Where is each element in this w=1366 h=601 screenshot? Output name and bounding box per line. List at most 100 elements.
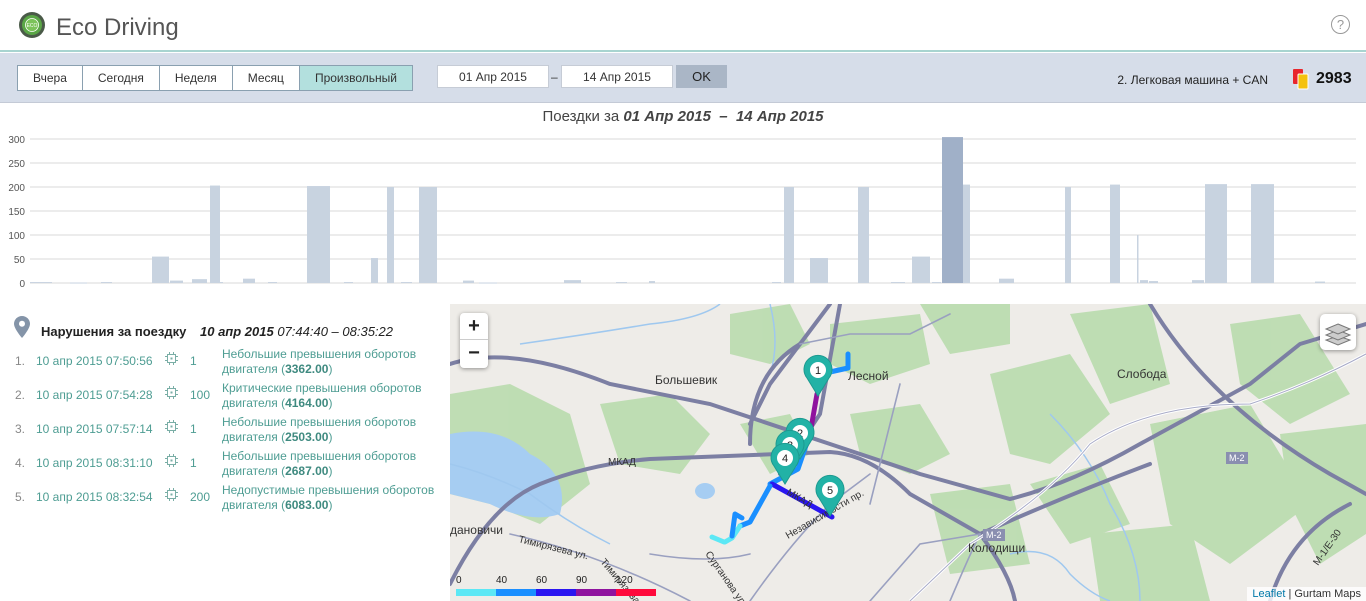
trip-bar[interactable] [1192, 280, 1204, 283]
trip-bar[interactable] [932, 282, 941, 284]
eco-score: 2983 [1316, 70, 1352, 87]
speed-legend-label: 90 [576, 575, 588, 586]
trip-bar[interactable] [210, 185, 220, 283]
trip-bar[interactable] [344, 282, 353, 284]
trip-bar[interactable] [999, 278, 1014, 283]
trip-bar[interactable] [419, 187, 437, 283]
speed-legend-label: 120 [616, 575, 633, 586]
svg-text:4: 4 [782, 453, 788, 465]
trip-bar[interactable] [810, 258, 828, 283]
trip-bar[interactable] [772, 282, 781, 284]
trip-bar[interactable] [891, 282, 905, 284]
y-tick-label: 300 [8, 135, 25, 146]
leaflet-link[interactable]: Leaflet [1252, 588, 1285, 600]
unit-name[interactable]: 2. Легковая машина + CAN [1117, 73, 1268, 87]
trip-bar[interactable] [1140, 280, 1148, 283]
period-week-button[interactable]: Неделя [159, 66, 233, 90]
trip-bar[interactable] [101, 282, 112, 284]
trip-bar[interactable] [70, 282, 87, 284]
ok-button[interactable]: OK [676, 65, 727, 88]
violation-marker[interactable]: 4 [770, 442, 800, 485]
violation-description[interactable]: Критические превышения оборотов двигател… [222, 381, 447, 411]
trip-bar[interactable] [387, 187, 394, 283]
violation-description[interactable]: Недопустимые превышения оборотов двигате… [222, 483, 447, 513]
trip-time-range: 07:44:40 – 08:35:22 [273, 324, 393, 339]
violation-row[interactable]: 1. 10 апр 2015 07:50:56 1 Небольшие прев… [0, 346, 450, 380]
speed-legend-label: 0 [456, 575, 462, 586]
map[interactable]: Большевик Лесной Слобода Колодищи данови… [450, 304, 1366, 601]
trip-bar[interactable] [220, 282, 223, 284]
trip-bar[interactable] [401, 282, 412, 284]
violation-penalty: 200 [190, 490, 211, 504]
violations-panel: Нарушения за поездку 10 апр 2015 07:44:4… [0, 304, 450, 601]
period-custom-button[interactable]: Произвольный [299, 66, 412, 90]
trip-bar[interactable] [268, 282, 277, 284]
trip-bar[interactable] [1315, 281, 1325, 283]
trip-bar[interactable] [649, 281, 655, 283]
trip-bar[interactable] [784, 187, 794, 283]
row-number: 5. [15, 490, 26, 504]
violation-time-link[interactable]: 10 апр 2015 07:57:14 [36, 422, 153, 436]
violation-row[interactable]: 5. 10 апр 2015 08:32:54 200 Недопустимые… [0, 482, 450, 516]
svg-text:ECO: ECO [27, 23, 38, 29]
violation-marker[interactable]: 1 [803, 354, 833, 397]
trip-bar[interactable] [1251, 184, 1274, 283]
trip-bar[interactable] [1149, 281, 1158, 283]
trip-bar[interactable] [1065, 187, 1071, 283]
chip-icon [165, 352, 178, 365]
penalty-cards-icon [1293, 69, 1309, 90]
row-number: 3. [15, 422, 26, 436]
period-month-button[interactable]: Месяц [232, 66, 300, 90]
trip-bar[interactable] [1205, 184, 1227, 283]
period-yesterday-button[interactable]: Вчера [18, 66, 83, 90]
place-label: Лесной [848, 369, 889, 383]
period-today-button[interactable]: Сегодня [82, 66, 160, 90]
trip-bar[interactable] [371, 258, 378, 283]
trip-bar[interactable] [942, 137, 963, 283]
trip-bar[interactable] [1137, 235, 1139, 283]
violation-time-link[interactable]: 10 апр 2015 07:54:28 [36, 388, 153, 402]
trip-bar[interactable] [963, 184, 970, 283]
zoom-in-button[interactable]: + [460, 313, 488, 340]
violation-time-link[interactable]: 10 апр 2015 07:50:56 [36, 354, 153, 368]
violation-time-link[interactable]: 10 апр 2015 08:32:54 [36, 490, 153, 504]
speed-legend-label: 60 [536, 575, 548, 586]
trip-bar[interactable] [307, 186, 330, 283]
svg-text:5: 5 [827, 485, 833, 497]
trip-bar[interactable] [243, 278, 255, 283]
layers-button[interactable] [1320, 314, 1356, 350]
speed-legend: 0 40 60 90 120 [456, 575, 656, 601]
trip-bar[interactable] [616, 282, 627, 284]
violations-title: Нарушения за поездку [41, 324, 187, 339]
violation-description[interactable]: Небольшие превышения оборотов двигателя … [222, 449, 447, 479]
date-to-input[interactable]: 14 Апр 2015 [561, 65, 673, 88]
violation-description[interactable]: Небольшие превышения оборотов двигателя … [222, 415, 447, 445]
trip-bar[interactable] [192, 279, 207, 283]
speed-legend-swatch [576, 589, 616, 596]
map-tiles[interactable]: Большевик Лесной Слобода Колодищи данови… [450, 304, 1366, 601]
violation-row[interactable]: 2. 10 апр 2015 07:54:28 100 Критические … [0, 380, 450, 414]
road-label: МКАД [608, 457, 636, 468]
violation-description[interactable]: Небольшие превышения оборотов двигателя … [222, 347, 447, 377]
violation-penalty: 100 [190, 388, 211, 402]
trip-bar[interactable] [858, 187, 869, 283]
violation-row[interactable]: 4. 10 апр 2015 08:31:10 1 Небольшие прев… [0, 448, 450, 482]
speed-legend-swatch [456, 589, 496, 596]
y-tick-label: 0 [19, 279, 25, 290]
y-tick-label: 100 [8, 231, 25, 242]
trip-bar[interactable] [30, 282, 52, 284]
trip-bar[interactable] [170, 280, 183, 283]
violation-time-link[interactable]: 10 апр 2015 08:31:10 [36, 456, 153, 470]
svg-text:1: 1 [815, 365, 821, 377]
place-label: Большевик [655, 373, 718, 387]
help-icon[interactable]: ? [1331, 15, 1350, 34]
trip-bar[interactable] [479, 282, 497, 284]
date-from-input[interactable]: 01 Апр 2015 [437, 65, 549, 88]
zoom-out-button[interactable]: − [460, 340, 488, 367]
trip-bar[interactable] [463, 280, 474, 283]
trip-bar[interactable] [564, 280, 581, 283]
violation-row[interactable]: 3. 10 апр 2015 07:57:14 1 Небольшие прев… [0, 414, 450, 448]
trip-bar[interactable] [912, 256, 930, 283]
trip-bar[interactable] [1110, 184, 1120, 283]
trip-bar[interactable] [152, 256, 169, 283]
